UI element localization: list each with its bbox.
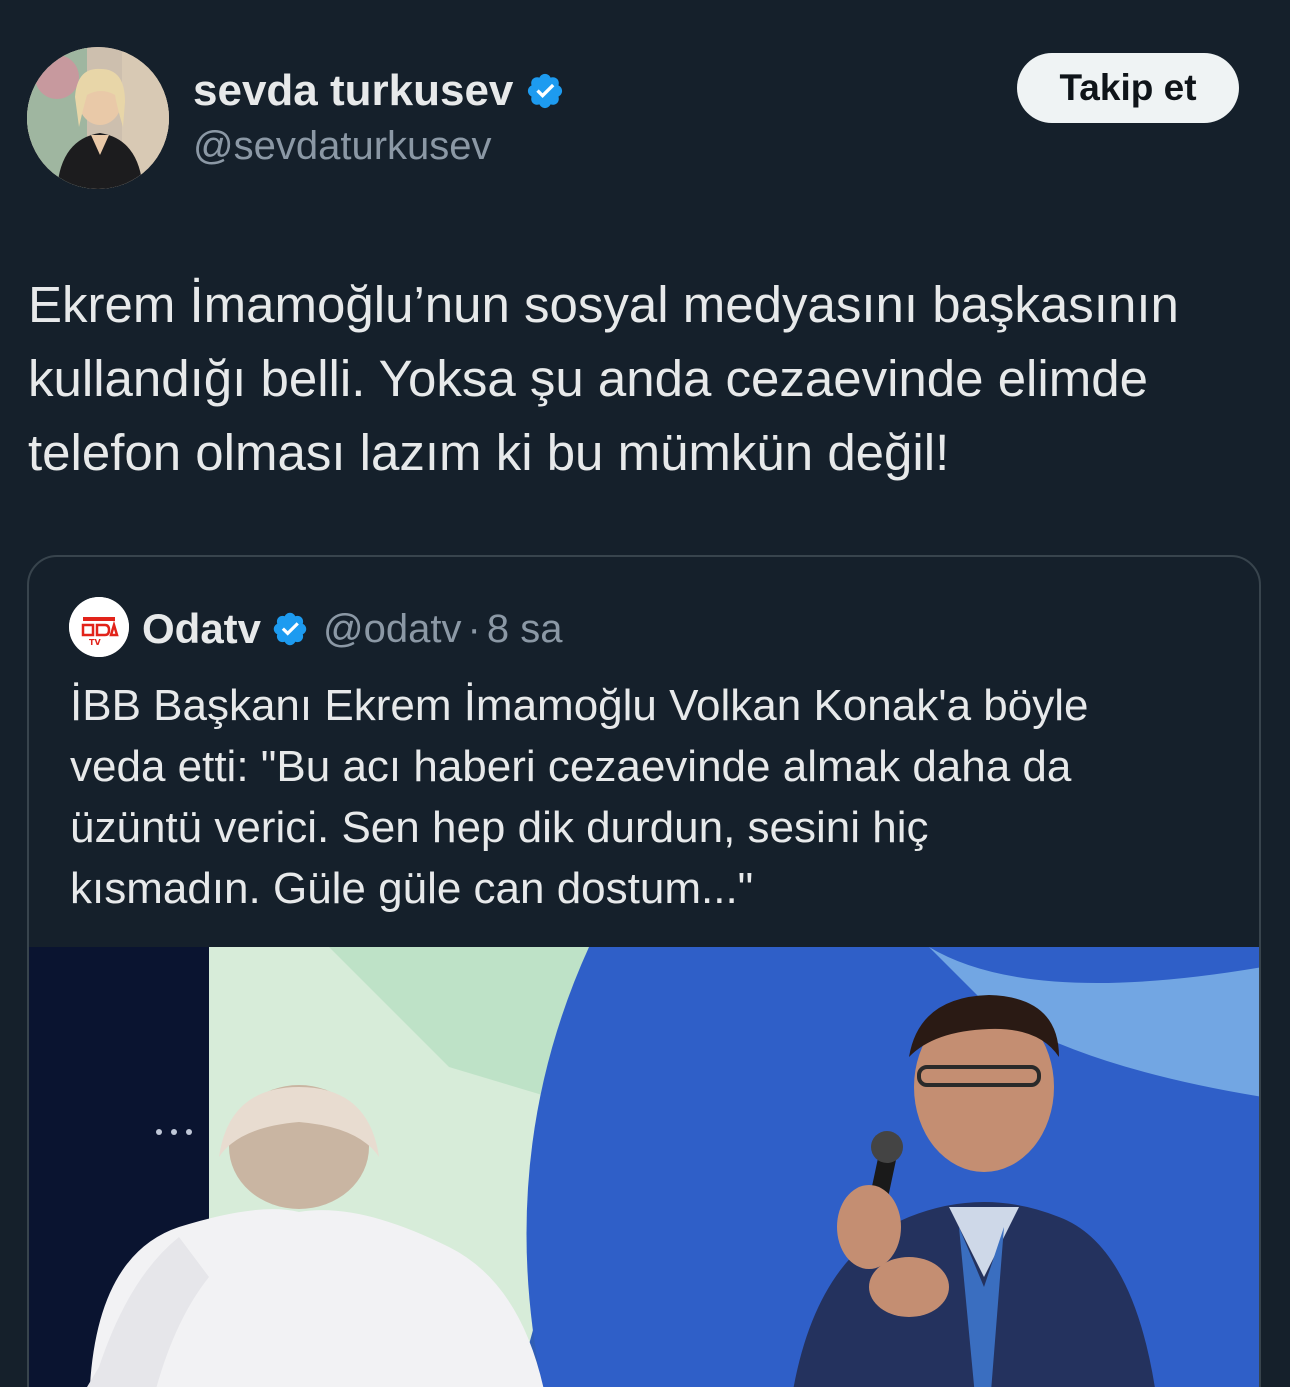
- tweet-text: Ekrem İmamoğlu’nun sosyal medyasını başk…: [28, 268, 1268, 490]
- quote-media-image[interactable]: [29, 947, 1259, 1387]
- stage-photo: [29, 947, 1259, 1387]
- tweet-text-line: kullandığı belli. Yoksa şu anda cezaevin…: [28, 350, 1148, 407]
- quote-text-line: kısmadın. Güle güle can dostum...": [70, 864, 754, 913]
- svg-text:TV: TV: [89, 638, 101, 647]
- author-avatar[interactable]: [27, 47, 169, 189]
- follow-button[interactable]: Takip et: [1017, 53, 1239, 123]
- quote-text: İBB Başkanı Ekrem İmamoğlu Volkan Konak'…: [70, 675, 1240, 919]
- quote-text-line: veda etti: "Bu acı haberi cezaevinde alm…: [70, 742, 1072, 791]
- tweet-page: sevda turkusev @sevdaturkusev Takip et E…: [0, 0, 1290, 1387]
- author-name-row[interactable]: sevda turkusev: [193, 64, 565, 118]
- quoted-tweet-card[interactable]: TV Odatv @odatv · 8 sa İBB Başkanı Ekrem…: [27, 555, 1261, 1387]
- verified-badge-icon: [271, 610, 309, 648]
- odatv-logo-icon: TV: [69, 597, 129, 657]
- quote-text-line: üzüntü verici. Sen hep dik durdun, sesin…: [70, 803, 929, 852]
- quote-author-name[interactable]: Odatv: [142, 605, 261, 653]
- tweet-text-line: telefon olması lazım ki bu mümkün değil!: [28, 424, 950, 481]
- verified-badge-icon: [525, 71, 565, 111]
- quote-avatar[interactable]: TV: [69, 597, 129, 657]
- avatar-photo: [27, 47, 169, 189]
- author-handle[interactable]: @sevdaturkusev: [193, 124, 492, 169]
- author-name[interactable]: sevda turkusev: [193, 66, 513, 116]
- tweet-text-line: Ekrem İmamoğlu’nun sosyal medyasını başk…: [28, 276, 1179, 333]
- quote-header: Odatv @odatv · 8 sa: [142, 599, 562, 659]
- separator-dot: ·: [467, 606, 481, 651]
- quote-timestamp[interactable]: 8 sa: [487, 607, 563, 652]
- quote-text-line: İBB Başkanı Ekrem İmamoğlu Volkan Konak'…: [70, 681, 1089, 730]
- quote-author-handle[interactable]: @odatv: [323, 607, 461, 652]
